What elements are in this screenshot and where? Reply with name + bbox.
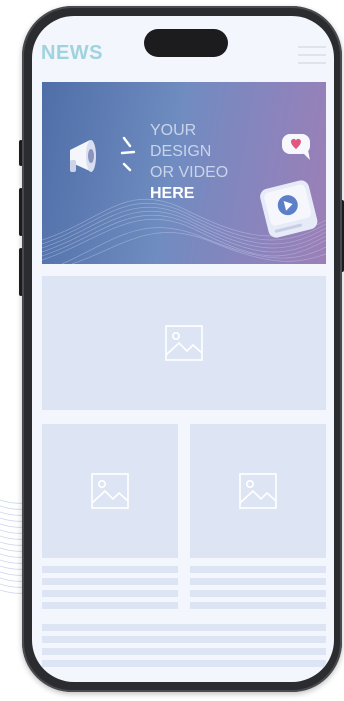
- image-placeholder-icon: [165, 325, 203, 361]
- video-play-card-icon: [260, 180, 318, 238]
- hero-banner[interactable]: YOUR DESIGN OR VIDEO HERE: [42, 82, 326, 264]
- text-line-placeholder-full: [42, 660, 326, 667]
- dynamic-island: [144, 29, 228, 57]
- text-line-placeholder-right: [190, 578, 326, 585]
- megaphone-icon: [70, 140, 96, 172]
- text-line-placeholder-left: [42, 602, 178, 609]
- hamburger-menu-icon[interactable]: [298, 46, 326, 68]
- hero-line-1: YOUR: [150, 122, 197, 139]
- text-line-placeholder-left: [42, 578, 178, 585]
- sound-burst-icon: [120, 136, 136, 172]
- text-line-placeholder-full: [42, 636, 326, 643]
- hero-line-3: OR VIDEO: [150, 164, 229, 181]
- text-line-placeholder-left: [42, 590, 178, 597]
- hero-line-emphasis: HERE: [150, 185, 195, 202]
- image-placeholder-icon: [91, 473, 129, 509]
- image-placeholder-icon: [239, 473, 277, 509]
- text-line-placeholder-full: [42, 624, 326, 631]
- text-line-placeholder-right: [190, 566, 326, 573]
- stage: NEWS YOUR DESIGN OR VIDEO HERE: [0, 0, 344, 701]
- text-line-placeholder-left: [42, 566, 178, 573]
- hero-text: YOUR DESIGN OR VIDEO HERE: [150, 120, 228, 204]
- text-line-placeholder-right: [190, 590, 326, 597]
- article-image-placeholder-left[interactable]: [42, 424, 178, 558]
- featured-image-placeholder[interactable]: [42, 276, 326, 410]
- text-line-placeholder-right: [190, 602, 326, 609]
- phone-screen: NEWS YOUR DESIGN OR VIDEO HERE: [32, 16, 334, 682]
- heart-chat-bubble-icon: [282, 134, 310, 160]
- article-image-placeholder-right[interactable]: [190, 424, 326, 558]
- page-title: NEWS: [41, 42, 103, 64]
- hero-line-2: DESIGN: [150, 143, 212, 160]
- text-line-placeholder-full: [42, 648, 326, 655]
